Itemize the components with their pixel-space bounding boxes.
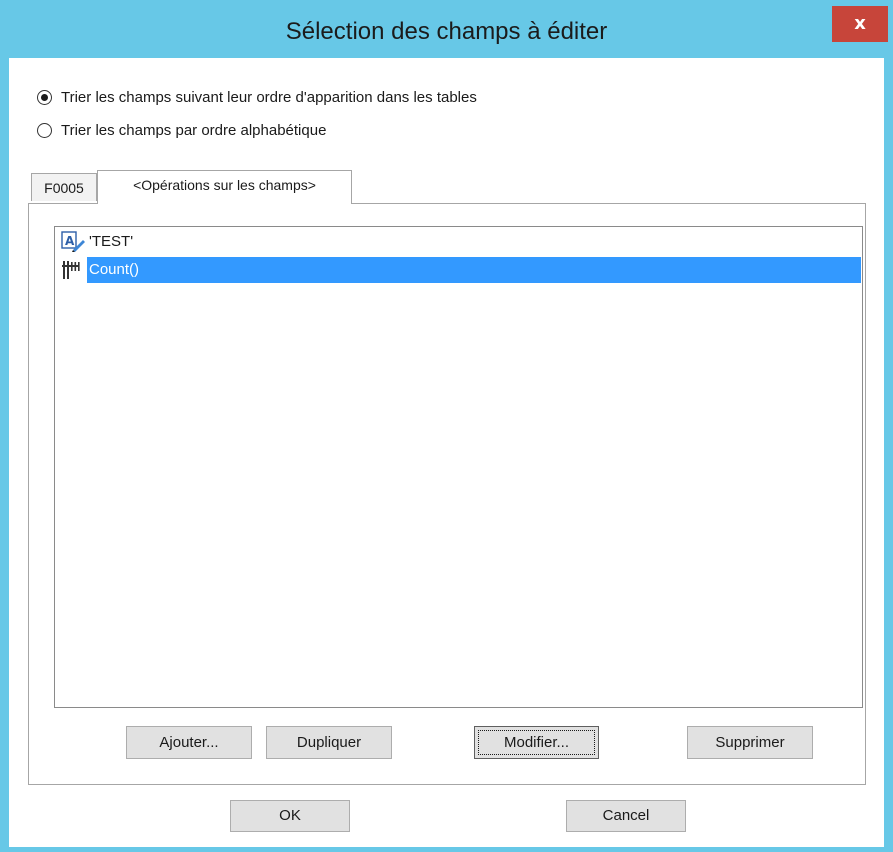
svg-text:A: A: [65, 234, 75, 248]
list-item-label: Count(): [87, 257, 861, 283]
numeric-field-icon: [62, 261, 80, 279]
title-bar[interactable]: Sélection des champs à éditer x: [0, 0, 893, 58]
radio-button-checked[interactable]: [37, 89, 52, 105]
list-item-label: 'TEST': [89, 233, 134, 250]
add-button[interactable]: Ajouter...: [126, 726, 252, 759]
cancel-button[interactable]: Cancel: [566, 800, 686, 832]
radio-sort-alphabetical[interactable]: Trier les champs par ordre alphabétique: [37, 118, 326, 142]
modify-button-label: Modifier...: [503, 734, 570, 751]
radio-label: Trier les champs suivant leur ordre d'ap…: [61, 88, 477, 106]
field-list[interactable]: A 'TEST' Count(): [54, 226, 863, 708]
radio-label: Trier les champs par ordre alphabétique: [61, 121, 327, 139]
text-field-icon: A: [61, 231, 85, 252]
ok-button[interactable]: OK: [230, 800, 350, 832]
radio-sort-by-table-order[interactable]: Trier les champs suivant leur ordre d'ap…: [37, 85, 477, 109]
tab-f0005[interactable]: F0005: [31, 173, 97, 201]
dialog-title: Sélection des champs à éditer: [285, 18, 608, 45]
tab-field-operations[interactable]: <Opérations sur les champs>: [97, 170, 352, 204]
list-item[interactable]: A 'TEST': [61, 229, 851, 255]
close-button[interactable]: x: [832, 6, 888, 42]
modify-button[interactable]: Modifier...: [474, 726, 599, 759]
tab-panel: A 'TEST' Count() Ajouter... Dupliquer Mo…: [28, 203, 866, 785]
duplicate-button[interactable]: Dupliquer: [266, 726, 392, 759]
list-item-selected[interactable]: Count(): [61, 257, 861, 283]
delete-button[interactable]: Supprimer: [687, 726, 813, 759]
dialog-body: Trier les champs suivant leur ordre d'ap…: [9, 58, 884, 847]
dialog-window: Sélection des champs à éditer x Trier le…: [0, 0, 893, 852]
radio-button-unchecked[interactable]: [37, 122, 52, 138]
